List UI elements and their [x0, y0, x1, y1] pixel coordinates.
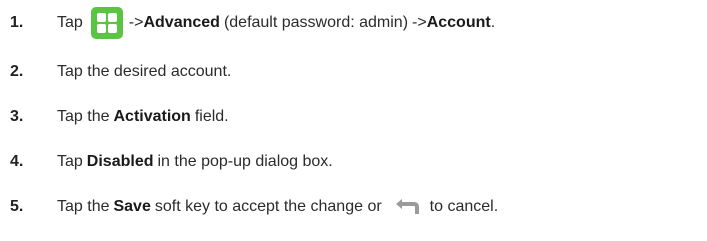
- step-number: 4.: [10, 153, 24, 170]
- step-text: Tap Disabled in the pop-up dialog box.: [57, 153, 333, 171]
- arrow-text: ->: [128, 14, 144, 31]
- step-text: Tap the Activation field.: [57, 108, 229, 126]
- step-pre: Tap: [57, 153, 83, 170]
- step-number: 5.: [10, 198, 24, 215]
- step-number: 2.: [10, 63, 24, 80]
- arrow-text: ->: [412, 14, 427, 31]
- password-note: (default password: admin): [223, 14, 409, 31]
- menu-advanced: Advanced: [143, 14, 220, 31]
- step-sentence: Tap the desired account.: [57, 63, 232, 80]
- step-post: field.: [194, 108, 229, 125]
- step-pre: Tap the: [57, 198, 110, 215]
- menu-grid-icon: [90, 7, 123, 39]
- step-post: to cancel.: [429, 198, 499, 215]
- step-word-tap: Tap: [57, 14, 83, 31]
- step-text: Tap the Save soft key to accept the chan…: [57, 197, 498, 217]
- field-activation: Activation: [113, 108, 191, 125]
- menu-account: Account: [426, 14, 491, 31]
- step-number: 3.: [10, 108, 24, 125]
- step-text: Tap the desired account.: [57, 63, 231, 81]
- step-text: Tap -> Advanced (default password: admin…: [57, 7, 495, 39]
- step-post: in the pop-up dialog box.: [157, 153, 333, 170]
- back-arrow-icon: [395, 199, 419, 214]
- step-mid: soft key to accept the change or: [154, 198, 382, 215]
- instruction-steps: 1. Tap -> Advanced (default password: ad…: [0, 0, 707, 241]
- step-end: .: [490, 14, 496, 31]
- option-disabled: Disabled: [86, 153, 154, 170]
- step-number: 1.: [10, 14, 24, 31]
- step-pre: Tap the: [57, 108, 110, 125]
- softkey-save: Save: [113, 198, 151, 215]
